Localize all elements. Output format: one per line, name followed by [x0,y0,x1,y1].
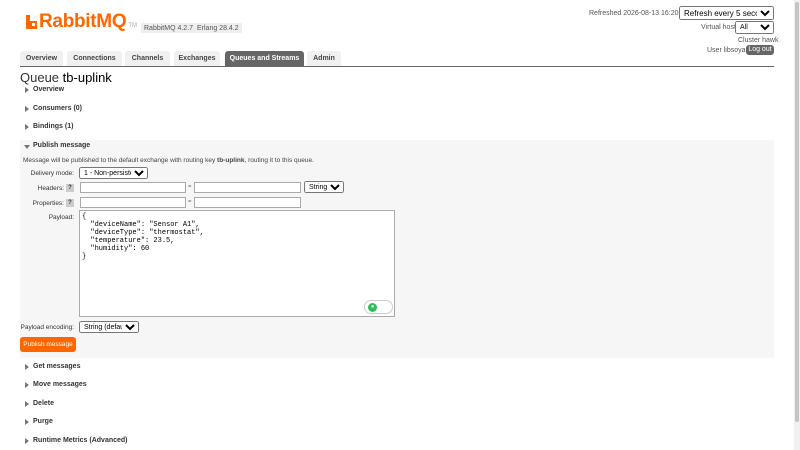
queue-name: tb-uplink [62,70,112,85]
triangle-right-icon [25,401,29,407]
section-runtime-metrics[interactable]: Runtime Metrics (Advanced) [20,436,774,448]
section-move-label: Move messages [33,381,87,388]
properties-help-icon[interactable]: ? [66,199,74,207]
assistant-bubble[interactable]: ● [364,300,393,314]
section-runtime-label: Runtime Metrics (Advanced) [33,437,128,444]
section-bindings[interactable]: Bindings (1) [20,122,774,134]
header: RabbitMQ TM RabbitMQ 4.2.7 Erlang 28.4.2… [0,0,800,55]
section-purge[interactable]: Purge [20,417,774,429]
refreshed-timestamp: Refreshed 2026-08-13 16:20:15 [589,10,689,17]
property-value-input[interactable] [194,197,301,208]
main-nav-tabs: Overview Connections Channels Exchanges … [20,51,774,67]
tab-overview[interactable]: Overview [20,51,63,66]
section-delete-label: Delete [33,400,55,407]
section-consumers-label: Consumers (0) [33,105,83,112]
tab-admin[interactable]: Admin [307,51,341,66]
payload-label: Payload: [48,214,74,221]
headers-label: Headers: [37,185,64,192]
rabbitmq-version: RabbitMQ 4.2.7 [141,23,197,33]
cluster-name: Cluster hawk [738,37,779,44]
delivery-mode-select[interactable]: 1 - Non-persistent [79,167,148,179]
section-purge-label: Purge [33,418,53,425]
section-delete[interactable]: Delete [20,399,774,411]
section-move-messages[interactable]: Move messages [20,380,774,392]
section-bindings-label: Bindings (1) [33,123,74,130]
routing-key: tb-uplink [217,157,245,164]
header-equals: = [188,184,192,190]
section-consumers[interactable]: Consumers (0) [20,104,774,116]
triangle-right-icon [25,106,29,112]
refresh-interval-select[interactable]: Refresh every 5 seconds [679,6,774,20]
publish-info-text: Message will be published to the default… [23,157,314,164]
header-type-select[interactable]: String [304,181,344,193]
section-get-messages[interactable]: Get messages [20,362,774,374]
rabbitmq-logo[interactable]: RabbitMQ TM [26,11,137,32]
section-get-label: Get messages [33,363,81,370]
publish-info-suffix: , routing it to this queue. [244,157,314,164]
property-key-input[interactable] [80,197,186,208]
triangle-right-icon [25,124,29,130]
virtual-host-select[interactable]: All [735,21,774,34]
delivery-mode-label: Delivery mode: [30,170,74,177]
triangle-right-icon [25,382,29,388]
payload-textarea[interactable]: { "deviceName": "Sensor A1", "deviceType… [79,210,395,317]
page-title: Queue tb-uplink [20,70,112,85]
erlang-version: Erlang 28.4.2 [194,23,242,33]
page-title-prefix: Queue [20,70,60,85]
property-equals: = [188,199,192,205]
payload-encoding-select[interactable]: String (default) [79,321,139,333]
section-publish-message[interactable]: Publish message [20,141,774,153]
publish-message-button[interactable]: Publish message [20,337,76,352]
rabbit-icon [26,15,37,29]
publish-info-prefix: Message will be published to the default… [23,157,218,164]
section-overview[interactable]: Overview [20,85,774,97]
tab-queues-and-streams[interactable]: Queues and Streams [225,51,304,66]
payload-encoding-label: Payload encoding: [20,324,75,331]
triangle-down-icon [24,145,30,149]
triangle-right-icon [25,364,29,370]
tab-exchanges[interactable]: Exchanges [174,51,220,66]
logo-text: RabbitMQ [39,11,127,32]
headers-help-icon[interactable]: ? [66,184,74,192]
triangle-right-icon [25,419,29,425]
section-overview-label: Overview [33,86,65,93]
tab-channels[interactable]: Channels [125,51,170,66]
logo-tm: TM [128,23,137,29]
properties-label: Properties: [32,200,64,207]
virtual-host-label: Virtual host [701,24,736,31]
lightbulb-icon: ● [368,303,377,312]
triangle-right-icon [25,438,29,444]
tab-connections[interactable]: Connections [67,51,122,66]
header-key-input[interactable] [80,182,186,193]
triangle-right-icon [25,87,29,93]
header-value-input[interactable] [194,182,301,193]
page-scrollbar[interactable] [794,0,800,450]
scrollbar-thumb[interactable] [795,2,799,422]
section-publish-label: Publish message [33,142,91,149]
